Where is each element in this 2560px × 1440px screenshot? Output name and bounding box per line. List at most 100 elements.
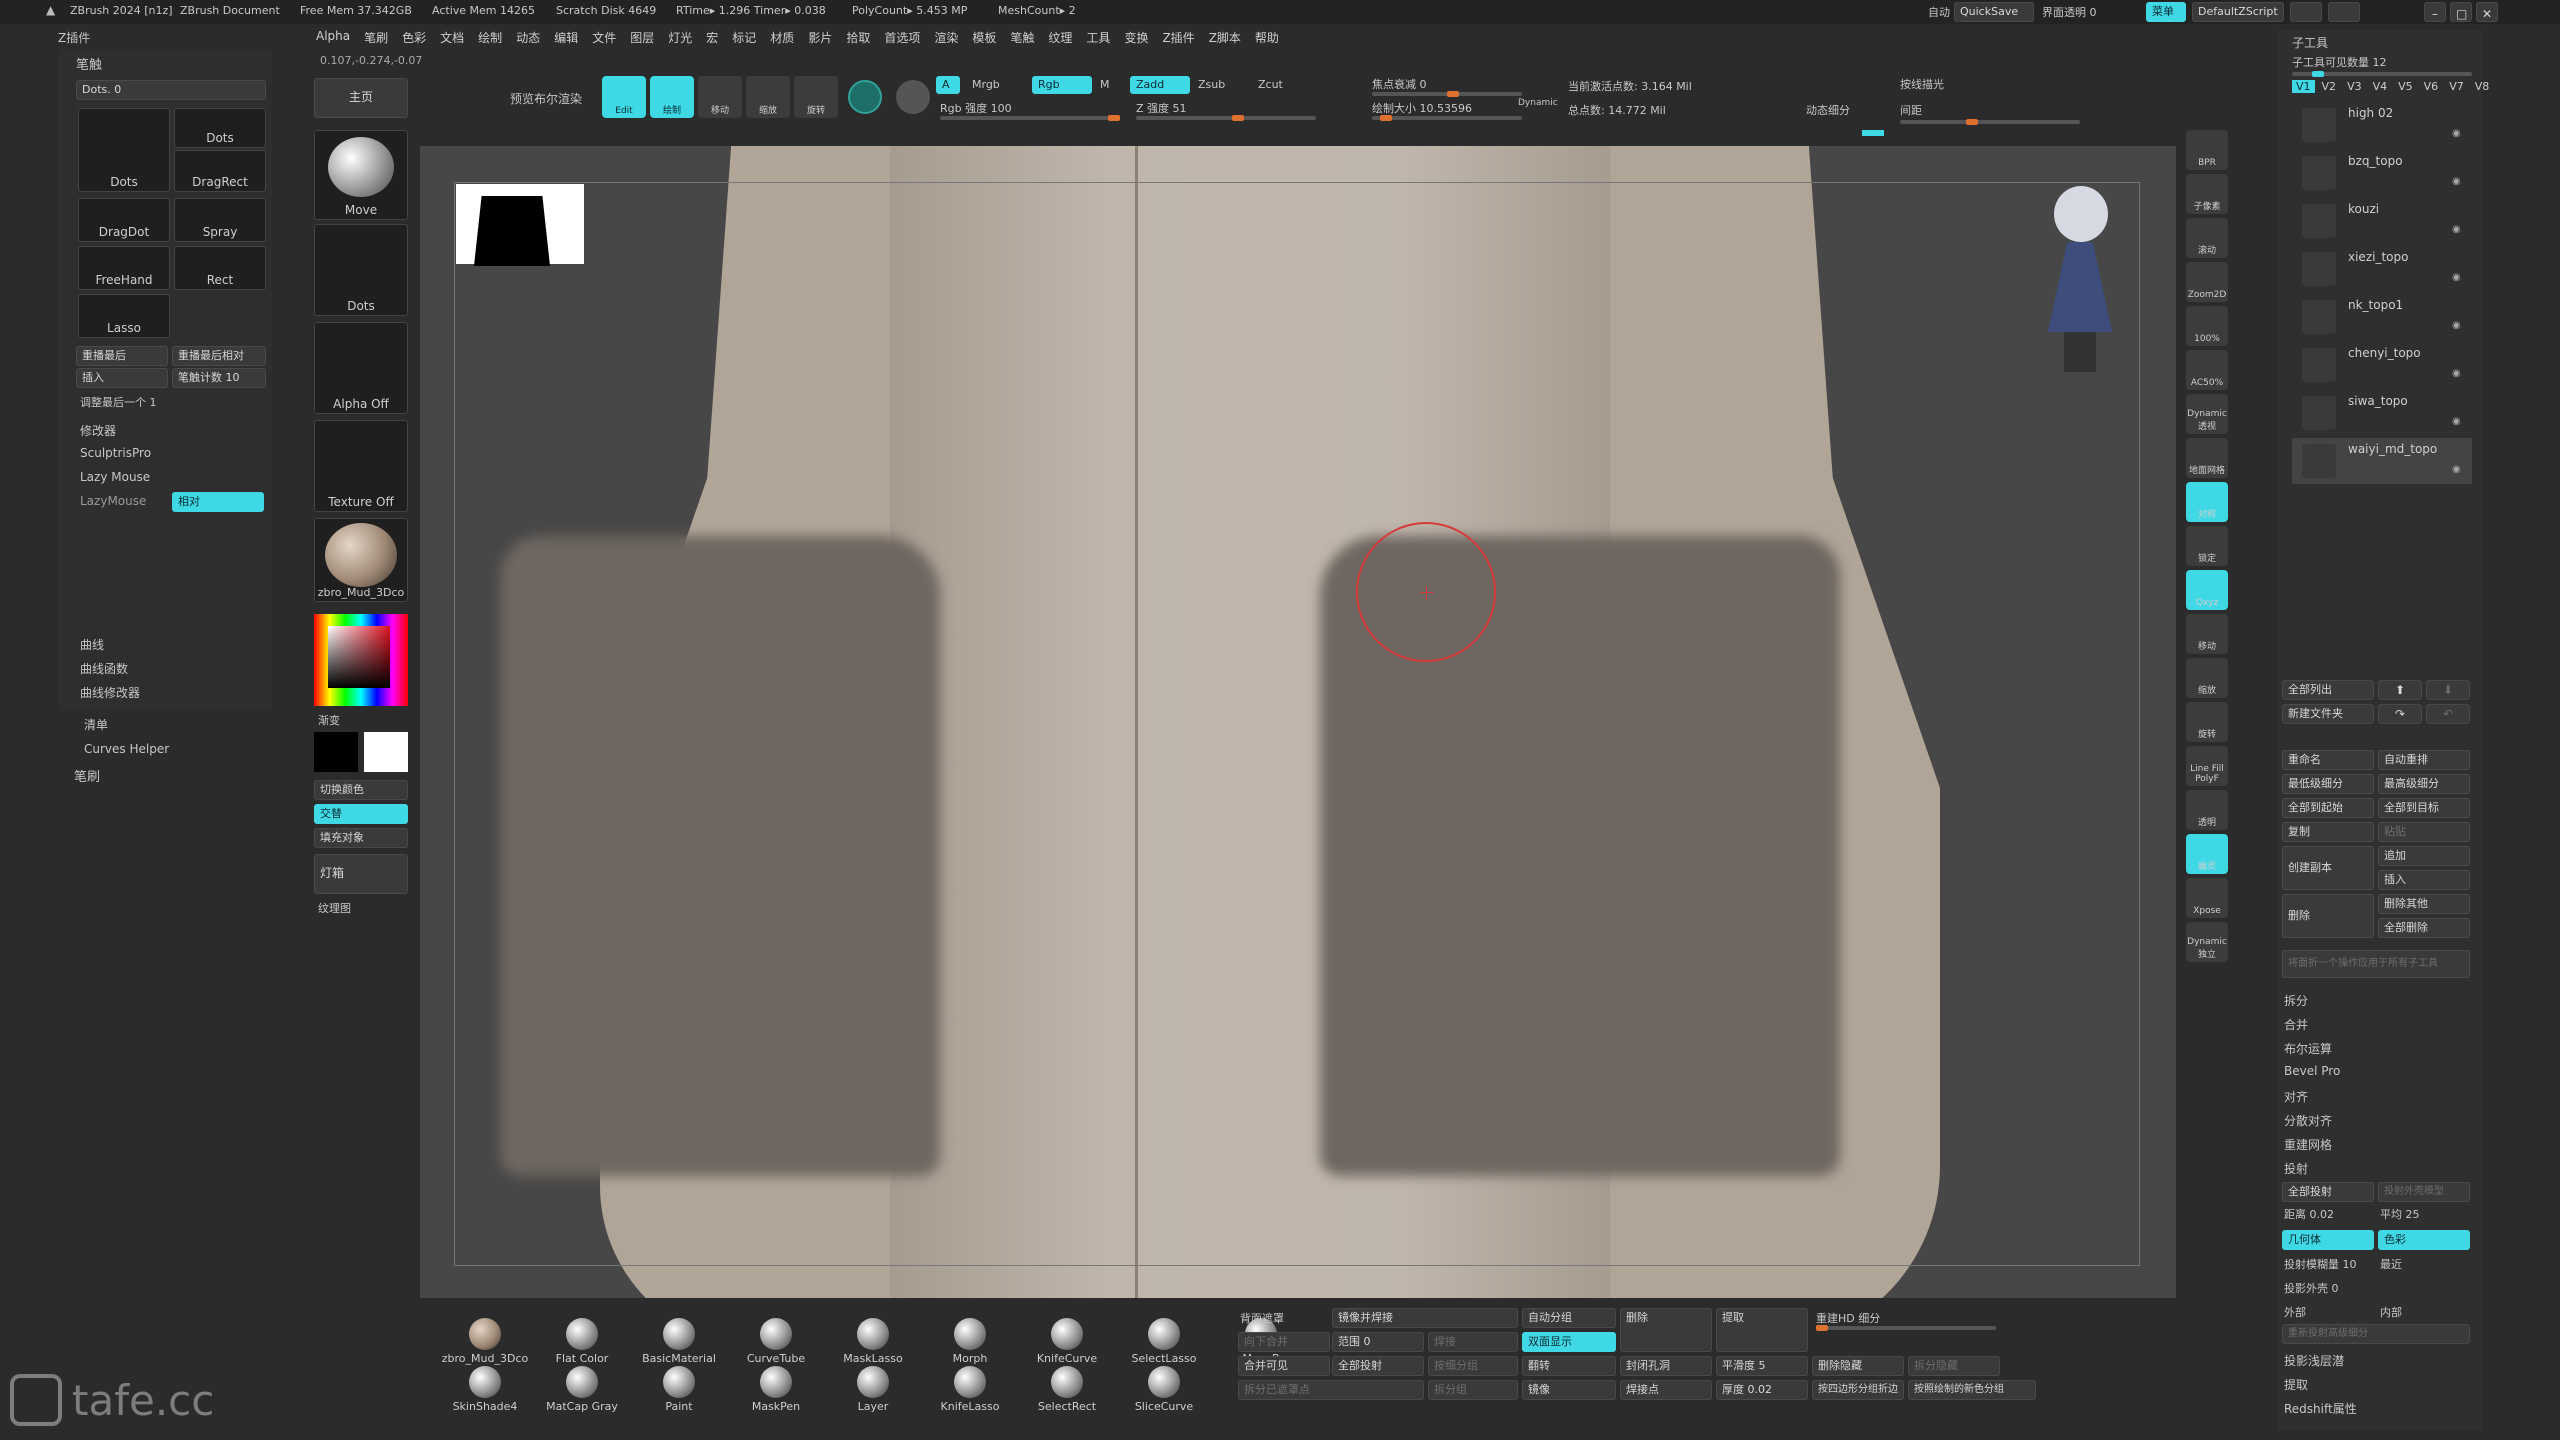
append-button[interactable]: 追加	[2378, 846, 2470, 866]
color-toggle[interactable]: 色彩	[2378, 1230, 2470, 1250]
split-header[interactable]: 拆分	[2284, 992, 2308, 1009]
stroke-freehand[interactable]: FreeHand	[78, 246, 170, 290]
dots-field[interactable]: Dots. 0	[76, 80, 266, 100]
stroke-spray[interactable]: Spray	[174, 198, 266, 242]
scale-button[interactable]: 缩放	[746, 76, 790, 118]
version-tab[interactable]: V8	[2471, 80, 2494, 93]
edit-button[interactable]: Edit	[602, 76, 646, 118]
subtool-header[interactable]: 子工具	[2292, 34, 2328, 51]
proj-shallow-label[interactable]: 投影浅层潜	[2284, 1352, 2344, 1369]
delete-all-button[interactable]: 全部删除	[2378, 918, 2470, 938]
brush-header[interactable]: 笔刷	[74, 766, 100, 785]
inner-toggle[interactable]: 内部	[2380, 1304, 2402, 1320]
all-project-button[interactable]: 全部投射	[1332, 1356, 1424, 1376]
stroke-dots-small[interactable]: Dots	[174, 108, 266, 148]
menu-item[interactable]: 拾取	[846, 29, 870, 46]
smooth-slider[interactable]: 平滑度 5	[1716, 1356, 1808, 1376]
lowest-subdiv-button[interactable]: 最低级细分	[2282, 774, 2374, 794]
curve-mod-label[interactable]: 曲线修改器	[80, 684, 140, 701]
subtool-item[interactable]: kouzi ◉	[2292, 198, 2472, 244]
visibility-eye-icon[interactable]: ◉	[2452, 320, 2461, 331]
right-shelf-button[interactable]: Line Fill PolyF	[2186, 746, 2228, 786]
mean-slider[interactable]: 平均 25	[2380, 1206, 2420, 1222]
zplugin-header[interactable]: Z插件	[58, 29, 90, 46]
fill-object-button[interactable]: 填充对象	[314, 828, 408, 848]
subtool-item[interactable]: xiezi_topo ◉	[2292, 246, 2472, 292]
project-all-button[interactable]: 全部投射	[2282, 1182, 2374, 1202]
version-tab[interactable]: V4	[2369, 80, 2392, 93]
menu-item[interactable]: 图层	[630, 29, 654, 46]
redo-icon[interactable]: ↷	[2378, 704, 2422, 724]
menu-item[interactable]: Alpha	[316, 29, 350, 46]
remesh-header[interactable]: 重建网格	[2284, 1136, 2332, 1153]
right-shelf-button[interactable]: BPR	[2186, 130, 2228, 170]
extract-geo-button[interactable]: 提取	[1716, 1308, 1808, 1352]
mirror-weld-button[interactable]: 镜像并焊接	[1332, 1308, 1518, 1328]
menu-item[interactable]: 模板	[972, 29, 996, 46]
subtool-item[interactable]: chenyi_topo ◉	[2292, 342, 2472, 388]
menu-item[interactable]: 笔刷	[364, 29, 388, 46]
backlight-slider[interactable]: 按线描光	[1900, 76, 1944, 92]
paste-button[interactable]: 粘贴	[2378, 822, 2470, 842]
merge-visible-button[interactable]: 合并可见	[1238, 1356, 1330, 1376]
modifiers-label[interactable]: 修改器	[80, 422, 116, 439]
reproject-higher-button[interactable]: 重新投射高级细分	[2282, 1324, 2470, 1344]
hd-subdiv-track[interactable]	[1816, 1325, 1996, 1331]
range-slider[interactable]: 范围 0	[1332, 1332, 1424, 1352]
stroke-count-slider[interactable]: 笔触计数 10	[172, 368, 266, 388]
all-to-target-button[interactable]: 全部到目标	[2378, 798, 2470, 818]
menu-item[interactable]: 首选项	[884, 29, 920, 46]
alpha-thumb[interactable]: Alpha Off	[314, 322, 408, 414]
project-header[interactable]: 投射	[2284, 1160, 2308, 1177]
material-slot[interactable]: SelectLasso	[1119, 1318, 1209, 1365]
material-slot[interactable]: BasicMaterial	[634, 1318, 724, 1365]
material-slot[interactable]: Layer	[828, 1366, 918, 1413]
insert-subtool-button[interactable]: 插入	[2378, 870, 2470, 890]
rgb-toggle[interactable]: Rgb	[1032, 76, 1092, 94]
material-slot[interactable]: KnifeCurve	[1022, 1318, 1112, 1365]
zadd-toggle[interactable]: Zadd	[1130, 76, 1190, 94]
curve-label[interactable]: 曲线	[80, 636, 104, 653]
dynamic-subdiv-button[interactable]: 动态细分	[1806, 102, 1850, 118]
menu-item[interactable]: 文档	[440, 29, 464, 46]
move-button[interactable]: 移动	[698, 76, 742, 118]
nearest-toggle[interactable]: 最近	[2380, 1256, 2402, 1272]
replay-last-rel-button[interactable]: 重播最后相对	[172, 346, 266, 366]
menu-item[interactable]: 纹理	[1048, 29, 1072, 46]
arrow-down-icon[interactable]: ⬇	[2426, 680, 2470, 700]
menu-item[interactable]: 文件	[592, 29, 616, 46]
double-sided-toggle[interactable]: 双面显示	[1522, 1332, 1616, 1352]
rgb-intensity-slider[interactable]: Rgb 强度 100	[940, 100, 1012, 116]
boolean-header[interactable]: 布尔运算	[2284, 1040, 2332, 1057]
move-brush-thumb[interactable]: Move	[314, 130, 408, 220]
z-intensity-track[interactable]	[1136, 115, 1316, 121]
quad-group-button[interactable]: 按四边形分组折边	[1812, 1380, 1904, 1400]
merge-header[interactable]: 合并	[2284, 1016, 2308, 1033]
rotate-button[interactable]: 旋转	[794, 76, 838, 118]
right-shelf-button[interactable]: 旋转	[2186, 702, 2228, 742]
lightbox-button[interactable]: 灯箱	[314, 854, 408, 894]
subtool-item[interactable]: siwa_topo ◉	[2292, 390, 2472, 436]
thickness-slider[interactable]: 厚度 0.02	[1716, 1380, 1808, 1400]
menu-item[interactable]: 变换	[1124, 29, 1148, 46]
menu-item[interactable]: 编辑	[554, 29, 578, 46]
m-toggle[interactable]: M	[1100, 78, 1110, 91]
highest-subdiv-button[interactable]: 最高级细分	[2378, 774, 2470, 794]
visibility-eye-icon[interactable]: ◉	[2452, 176, 2461, 187]
material-slot[interactable]: MaskLasso	[828, 1318, 918, 1365]
dots-stroke-thumb[interactable]: Dots	[314, 224, 408, 316]
extract-header[interactable]: 提取	[2284, 1376, 2308, 1393]
z-intensity-slider[interactable]: Z 强度 51	[1136, 100, 1187, 116]
menu-item[interactable]: 影片	[808, 29, 832, 46]
auto-group-button[interactable]: 自动分组	[1522, 1308, 1616, 1328]
right-shelf-button[interactable]: 透明	[2186, 790, 2228, 830]
stroke-dots-thumb[interactable]: Dots	[78, 108, 170, 192]
a-toggle[interactable]: A	[936, 76, 960, 94]
interface-alpha-slider[interactable]: 界面透明 0	[2042, 4, 2097, 20]
right-shelf-button[interactable]: 缩放	[2186, 658, 2228, 698]
material-slot[interactable]: Morph	[925, 1318, 1015, 1365]
geometry-toggle[interactable]: 几何体	[2282, 1230, 2374, 1250]
arrow-up-icon[interactable]: ⬆	[2378, 680, 2422, 700]
layout-icon[interactable]	[2290, 2, 2322, 22]
adjust-last-slider[interactable]: 调整最后一个 1	[80, 394, 157, 410]
